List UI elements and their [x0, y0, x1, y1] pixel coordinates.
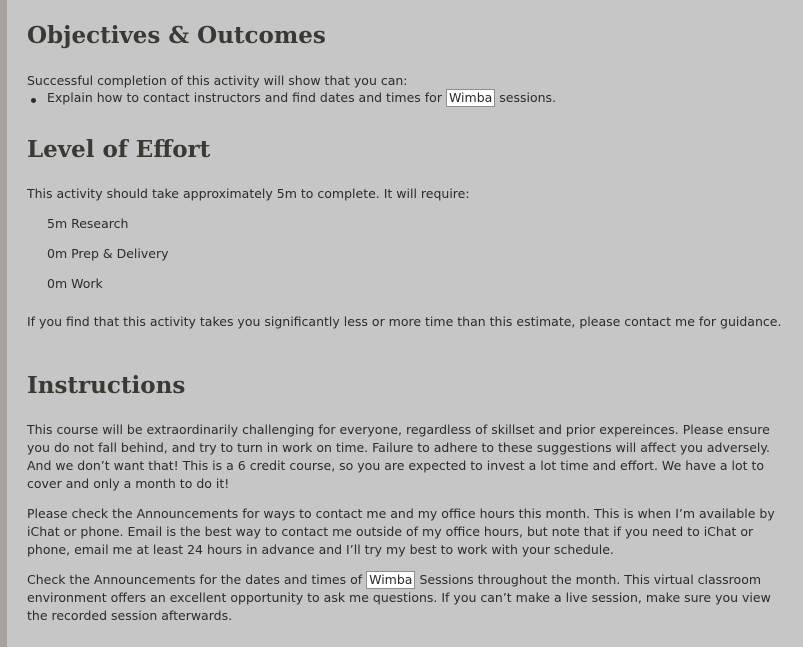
- wimba-link[interactable]: Wimba: [445, 89, 496, 107]
- paragraph-line: you do not fall behind, and try to turn …: [27, 440, 770, 455]
- instructions-paragraph-2: Please check the Announcements for ways …: [27, 505, 787, 559]
- effort-heading: Level of Effort: [27, 136, 211, 163]
- left-window-edge: [0, 0, 7, 647]
- paragraph-line: cover and only a month to do it!: [27, 476, 230, 491]
- objectives-intro: Successful completion of this activity w…: [27, 73, 408, 88]
- paragraph-line: environment offers an excellent opportun…: [27, 590, 771, 605]
- bullet-text-after: sessions.: [499, 90, 557, 105]
- effort-note: If you find that this activity takes you…: [27, 314, 782, 329]
- paragraph-line: This course will be extraordinarily chal…: [27, 422, 770, 437]
- paragraph-line: iChat or phone. Email is the best way to…: [27, 524, 754, 539]
- effort-item-work: 0m Work: [47, 276, 103, 291]
- effort-item-research: 5m Research: [47, 216, 129, 231]
- instructions-heading: Instructions: [27, 372, 186, 399]
- objectives-bullet-item: Explain how to contact instructors and f…: [47, 89, 556, 107]
- paragraph-line: And we don’t want that! This is a 6 cred…: [27, 458, 765, 473]
- wimba-sessions-link[interactable]: Wimba: [366, 571, 416, 589]
- paragraph-line: Check the Announcements for the dates an…: [27, 571, 787, 589]
- objectives-heading: Objectives & Outcomes: [27, 22, 326, 49]
- paragraph-line: the recorded session afterwards.: [27, 608, 233, 623]
- effort-item-prep-delivery: 0m Prep & Delivery: [47, 246, 169, 261]
- bullet-marker: [31, 98, 36, 103]
- paragraph-text-after: Sessions throughout the month. This virt…: [419, 572, 762, 587]
- paragraph-line: phone, email me at least 24 hours in adv…: [27, 542, 614, 557]
- paragraph-text-before: Check the Announcements for the dates an…: [27, 572, 363, 587]
- paragraph-line: Please check the Announcements for ways …: [27, 506, 775, 521]
- instructions-paragraph-3: Check the Announcements for the dates an…: [27, 571, 787, 625]
- instructions-paragraph-1: This course will be extraordinarily chal…: [27, 421, 787, 493]
- effort-intro: This activity should take approximately …: [27, 186, 470, 201]
- bullet-text-before: Explain how to contact instructors and f…: [47, 90, 442, 105]
